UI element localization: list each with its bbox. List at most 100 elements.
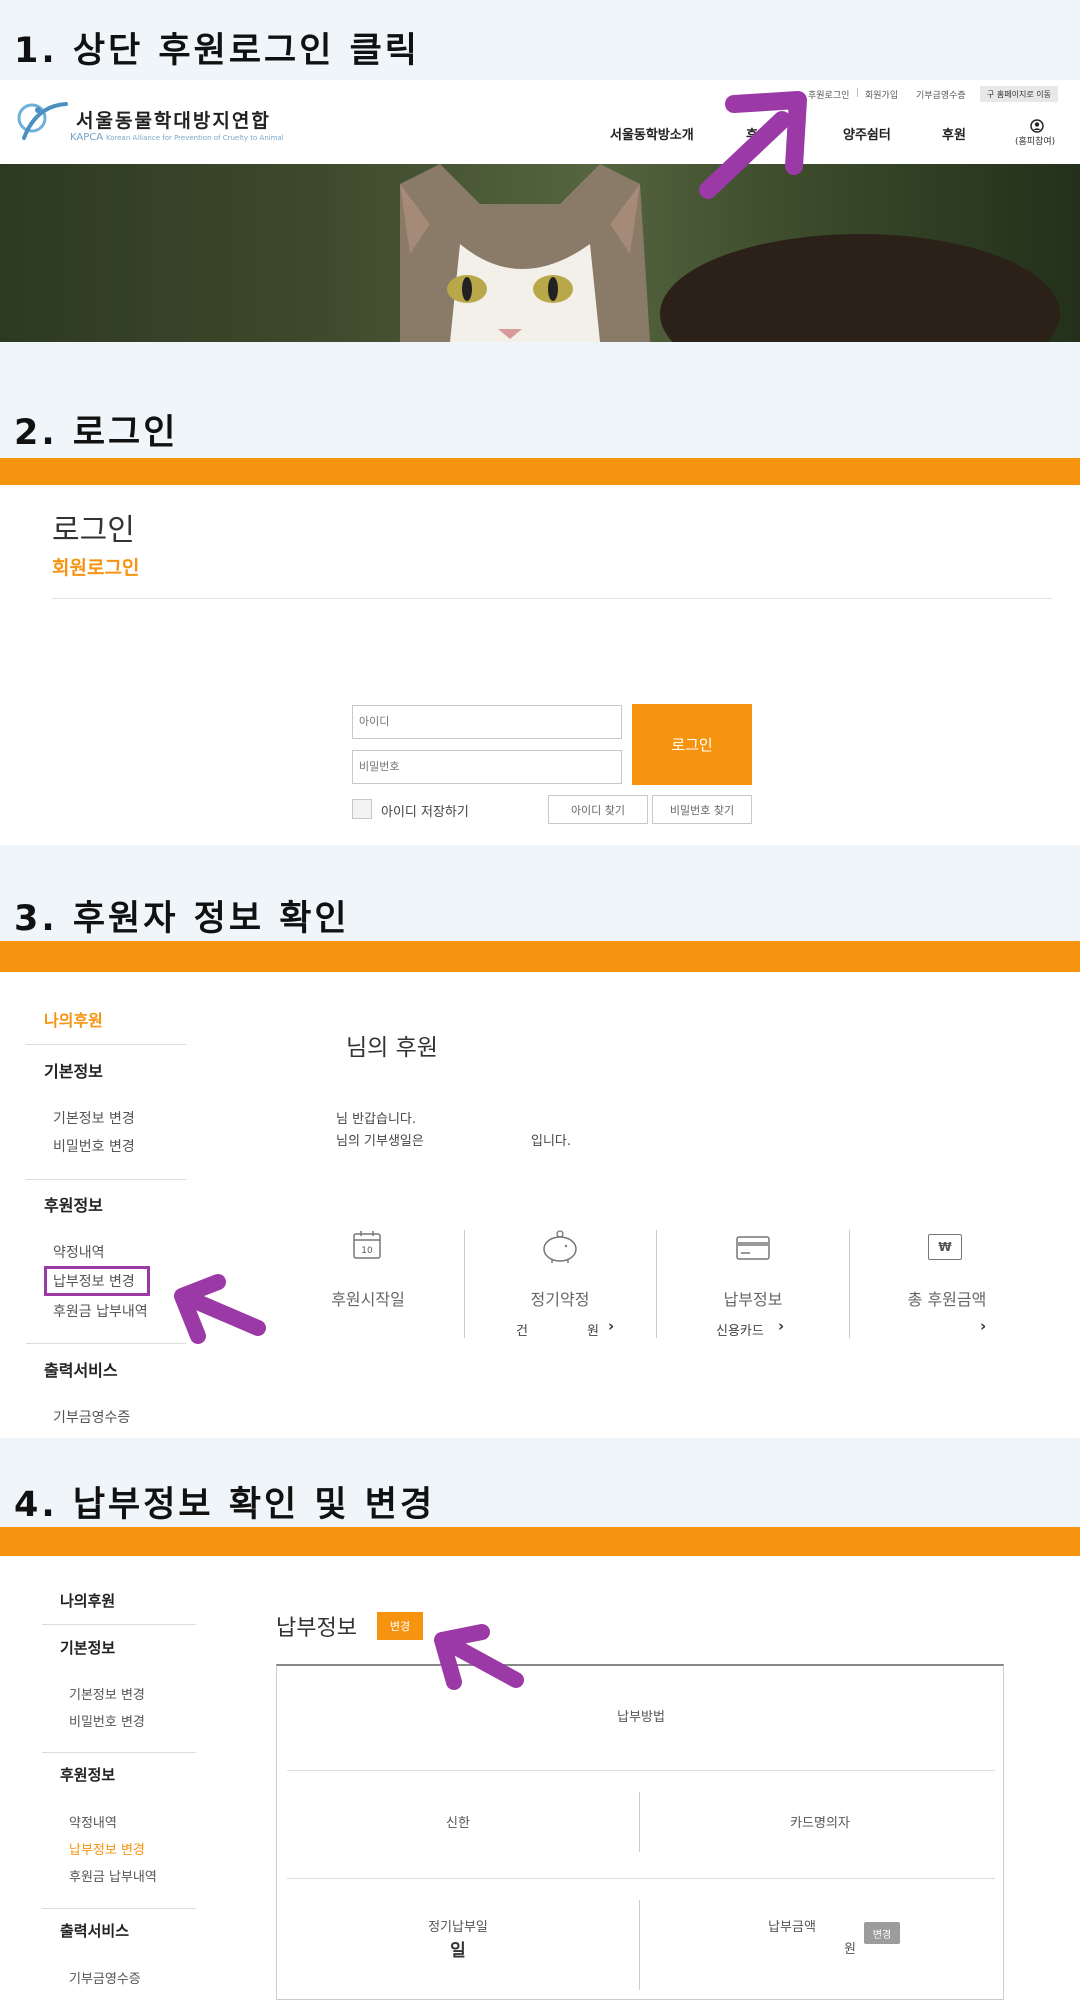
arrow-step3 — [170, 1270, 270, 1350]
table-row-divider — [287, 1878, 995, 1879]
sidebar-title[interactable]: 나의후원 — [60, 1590, 115, 1611]
top-link-divider: | — [856, 88, 860, 98]
mypage-panel: 나의후원 기본정보 기본정보 변경 비밀번호 변경 후원정보 약정내역 납부정보… — [0, 972, 1080, 1438]
stat-start-date: 후원시작일 — [331, 1290, 405, 1309]
step3-title: 3. 후원자 정보 확인 — [14, 899, 350, 939]
password-input[interactable] — [352, 750, 622, 784]
amount-change-button[interactable]: 변경 — [864, 1922, 900, 1944]
pledge-count-unit: 건 — [516, 1324, 528, 1339]
login-panel: 로그인 회원로그인 로그인 아이디 저장하기 아이디 찾기 비밀번호 찾기 — [0, 485, 1080, 845]
id-input[interactable] — [352, 705, 622, 739]
arrow-step1 — [690, 90, 810, 205]
sidebar-item-payment-change[interactable]: 납부정보 변경 — [53, 1271, 135, 1291]
login-button[interactable]: 로그인 — [632, 704, 752, 785]
logo-icon — [16, 98, 70, 144]
amount-label: 납부금액 — [768, 1920, 816, 1935]
stat-divider — [656, 1230, 657, 1338]
bank-name: 신한 — [446, 1816, 470, 1831]
sidebar-item-payment-history[interactable]: 후원금 납부내역 — [53, 1301, 148, 1321]
logo-text: 서울동물학대방지연합 — [76, 110, 271, 132]
step3-orange-bar — [0, 941, 1080, 972]
sidebar-item-password-change[interactable]: 비밀번호 변경 — [69, 1711, 145, 1730]
credit-card-icon — [736, 1234, 770, 1262]
table-col-divider — [639, 1900, 640, 1990]
sidebar-divider — [26, 1179, 186, 1180]
sidebar-print-head: 출력서비스 — [44, 1361, 118, 1380]
login-divider — [52, 598, 1052, 599]
chevron-right-icon[interactable]: › — [778, 1317, 784, 1335]
find-id-button[interactable]: 아이디 찾기 — [548, 795, 648, 824]
sidebar-item-pledges[interactable]: 약정내역 — [53, 1242, 105, 1262]
sidebar-item-payment-change[interactable]: 납부정보 변경 — [69, 1839, 145, 1858]
sidebar-item-receipt[interactable]: 기부금영수증 — [53, 1407, 130, 1427]
site-header: 서울동물학대방지연합 KAPCA Korean Alliance for Pre… — [0, 80, 1080, 164]
payment-change-button[interactable]: 변경 — [377, 1612, 423, 1640]
logo-english: Korean Alliance for Prevention of Cruelt… — [106, 134, 284, 142]
step4-title: 4. 납부정보 확인 및 변경 — [14, 1485, 436, 1525]
sidebar-basic-head: 기본정보 — [60, 1639, 116, 1657]
amount-unit: 원 — [844, 1942, 856, 1957]
pay-day-unit: 일 — [450, 1941, 466, 1961]
sidebar-item-basic-change[interactable]: 기본정보 변경 — [53, 1108, 135, 1128]
sidebar-divider — [42, 1908, 196, 1909]
sidebar-item-receipt[interactable]: 기부금영수증 — [69, 1968, 141, 1987]
arrow-step4 — [428, 1618, 528, 1698]
payment-method-credit-card[interactable]: 신용카드 — [716, 1320, 764, 1339]
step1-title: 1. 상단 후원로그인 클릭 — [14, 31, 421, 71]
login-subtitle: 회원로그인 — [52, 557, 140, 579]
user-icon[interactable] — [1030, 118, 1044, 133]
sidebar-title[interactable]: 나의후원 — [44, 1007, 103, 1031]
stat-regular-pledge: 정기약정 — [530, 1290, 590, 1309]
sidebar-support-head: 후원정보 — [44, 1196, 103, 1215]
nav-about[interactable]: 서울동학방소개 — [610, 124, 694, 143]
login-title: 로그인 — [52, 513, 135, 548]
payment-title: 납부정보 — [276, 1616, 357, 1641]
payment-panel: 나의후원 기본정보 기본정보 변경 비밀번호 변경 후원정보 약정내역 납부정보… — [0, 1556, 1080, 2000]
stat-total-amount: 총 후원금액 — [907, 1290, 987, 1309]
logo-kapca: KAPCA — [70, 132, 104, 143]
chevron-right-icon[interactable]: › — [608, 1317, 614, 1335]
sidebar-print-head: 출력서비스 — [60, 1922, 130, 1940]
calendar-icon: 10 — [352, 1230, 382, 1260]
sidebar-divider — [26, 1044, 186, 1045]
chevron-right-icon[interactable]: › — [980, 1317, 986, 1335]
card-owner-label: 카드명의자 — [790, 1816, 850, 1831]
won-icon: ₩ — [928, 1234, 962, 1260]
sidebar-item-basic-change[interactable]: 기본정보 변경 — [69, 1684, 145, 1703]
payment-method-label: 납부방법 — [617, 1710, 665, 1725]
remember-checkbox[interactable] — [352, 799, 372, 819]
sidebar-divider — [26, 1343, 186, 1344]
stat-divider — [464, 1230, 465, 1338]
step2-orange-bar — [0, 458, 1080, 485]
greeting-line1: 님 반갑습니다. — [336, 1112, 417, 1127]
table-row-divider — [287, 1770, 995, 1771]
sidebar-item-payment-history[interactable]: 후원금 납부내역 — [69, 1866, 157, 1885]
sidebar-item-pledges[interactable]: 약정내역 — [69, 1812, 117, 1831]
top-link-support-login[interactable]: 후원로그인 — [808, 88, 849, 101]
greeting-line2b: 입니다. — [531, 1134, 572, 1149]
nav-shelter[interactable]: 양주쉼터 — [843, 124, 891, 143]
sidebar-item-password-change[interactable]: 비밀번호 변경 — [53, 1136, 135, 1156]
user-label: (홈피참여) — [1015, 137, 1056, 147]
stat-divider — [849, 1230, 850, 1338]
sidebar-divider — [42, 1624, 196, 1625]
nav-support[interactable]: 후원 — [942, 124, 966, 143]
greeting-line2a: 님의 기부생일은 — [336, 1134, 424, 1149]
sidebar-basic-head: 기본정보 — [44, 1062, 103, 1081]
pay-day-label: 정기납부일 — [428, 1920, 488, 1935]
stat-payment-info: 납부정보 — [723, 1290, 783, 1309]
sidebar-divider — [42, 1752, 196, 1753]
find-password-button[interactable]: 비밀번호 찾기 — [652, 795, 752, 824]
calendar-day: 10 — [361, 1246, 373, 1256]
cat-banner-image — [0, 164, 1080, 342]
sidebar-support-head: 후원정보 — [60, 1766, 116, 1784]
pledge-amount-unit[interactable]: 원 — [587, 1320, 599, 1339]
piggy-bank-icon — [540, 1230, 580, 1264]
top-link-receipt[interactable]: 기부금영수증 — [916, 88, 966, 101]
step2-title: 2. 로그인 — [14, 413, 179, 453]
remember-label: 아이디 저장하기 — [381, 805, 469, 820]
step4-orange-bar — [0, 1527, 1080, 1556]
mypage-heading: 님의 후원 — [346, 1035, 438, 1061]
top-link-join[interactable]: 회원가입 — [865, 88, 898, 101]
old-home-button[interactable]: 구 홈페이지로 이동 — [980, 86, 1058, 102]
